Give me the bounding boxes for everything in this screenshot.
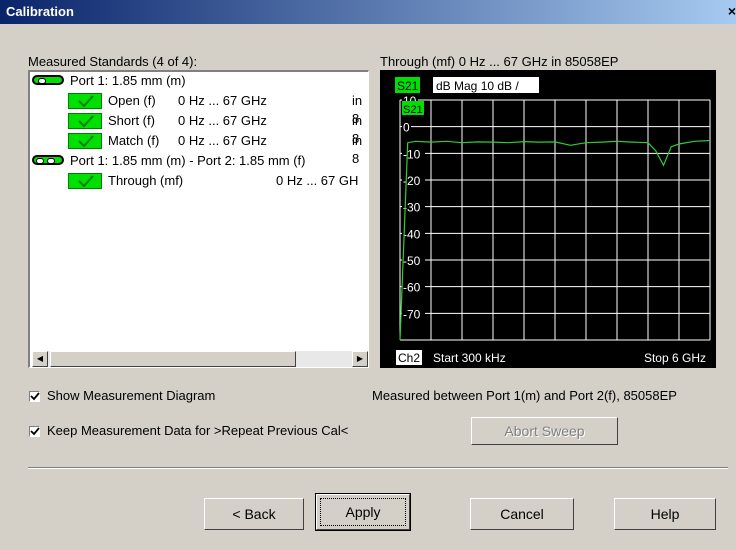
- standard-range: 0 Hz ... 67 GHz: [178, 93, 267, 108]
- scroll-thumb[interactable]: [50, 351, 296, 367]
- title-bar: Calibration ×: [0, 0, 736, 24]
- y-tick-label: -50: [403, 254, 421, 268]
- show-diagram-checkbox[interactable]: [29, 391, 40, 402]
- trace-label: S21: [397, 79, 419, 93]
- standard-name: Through (mf): [108, 173, 184, 188]
- channel-label: Ch2: [398, 351, 420, 365]
- standard-range: 0 Hz ... 67 GH: [276, 173, 359, 188]
- diagram-svg: 100-10-20-30-40-50-60-70S21dB Mag 10 dB …: [395, 77, 711, 365]
- back-button[interactable]: < Back: [204, 498, 304, 530]
- help-button[interactable]: Help: [614, 498, 716, 530]
- check-icon: [68, 113, 102, 129]
- standard-match[interactable]: Match (f) 0 Hz ... 67 GHz in 8: [68, 132, 368, 166]
- y-tick-label: -70: [403, 307, 421, 321]
- scroll-left-icon[interactable]: ◀: [32, 351, 48, 367]
- standard-open[interactable]: Open (f) 0 Hz ... 67 GHz in 8: [68, 92, 368, 126]
- horizontal-scrollbar[interactable]: ◀ ▶: [32, 351, 368, 367]
- separator: [28, 467, 728, 469]
- standards-list[interactable]: Port 1: 1.85 mm (m) Open (f) 0 Hz ... 67…: [28, 70, 369, 368]
- check-icon: [68, 173, 102, 189]
- start-label: Start 300 kHz: [433, 351, 506, 365]
- standard-name: Short (f): [108, 113, 155, 128]
- abort-sweep-button[interactable]: Abort Sweep: [471, 417, 618, 445]
- keep-data-checkbox[interactable]: [29, 426, 40, 437]
- standard-through[interactable]: Through (mf) 0 Hz ... 67 GH: [68, 172, 368, 190]
- standards-header: Measured Standards (4 of 4):: [28, 54, 198, 69]
- standard-name: Open (f): [108, 93, 156, 108]
- port12-label: Port 1: 1.85 mm (m) - Port 2: 1.85 mm (f…: [70, 153, 306, 168]
- measurement-diagram: 100-10-20-30-40-50-60-70S21dB Mag 10 dB …: [380, 70, 716, 368]
- measured-between-label: Measured between Port 1(m) and Port 2(f)…: [372, 388, 677, 403]
- graph-header: Through (mf) 0 Hz ... 67 GHz in 85058EP: [380, 54, 619, 69]
- stop-label: Stop 6 GHz: [644, 351, 706, 365]
- y-tick-label: -60: [403, 281, 421, 295]
- cancel-button[interactable]: Cancel: [470, 498, 574, 530]
- focus-rect: [320, 498, 406, 526]
- port1-label: Port 1: 1.85 mm (m): [70, 73, 186, 88]
- y-tick-label: -40: [403, 227, 421, 241]
- port1-group[interactable]: Port 1: 1.85 mm (m): [32, 72, 362, 90]
- standard-range: 0 Hz ... 67 GHz: [178, 113, 267, 128]
- port-connector-icon: [32, 155, 64, 165]
- keep-data-label: Keep Measurement Data for >Repeat Previo…: [47, 423, 349, 438]
- format-label: dB Mag 10 dB /: [436, 79, 519, 93]
- close-icon[interactable]: ×: [724, 2, 736, 20]
- standard-name: Match (f): [108, 133, 160, 148]
- y-tick-label: -10: [403, 147, 421, 161]
- check-icon: [68, 93, 102, 109]
- marker-label: S21: [403, 104, 423, 116]
- y-tick-label: 0: [403, 121, 410, 135]
- apply-button[interactable]: Apply: [315, 493, 411, 531]
- standard-short[interactable]: Short (f) 0 Hz ... 67 GHz in 8: [68, 112, 368, 146]
- window-title: Calibration: [6, 4, 74, 19]
- standard-range: 0 Hz ... 67 GHz: [178, 133, 267, 148]
- port-connector-icon: [32, 75, 64, 85]
- check-icon: [68, 133, 102, 149]
- show-diagram-label: Show Measurement Diagram: [47, 388, 216, 403]
- scroll-right-icon[interactable]: ▶: [352, 351, 368, 367]
- port12-group[interactable]: Port 1: 1.85 mm (m) - Port 2: 1.85 mm (f…: [32, 152, 368, 170]
